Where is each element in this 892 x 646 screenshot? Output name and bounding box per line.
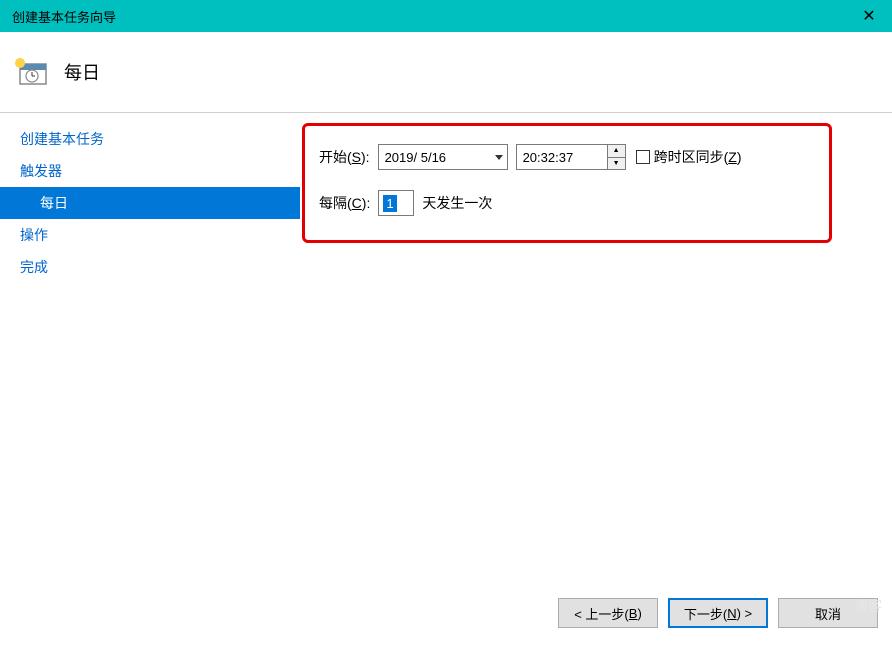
- date-value: 2019/ 5/16: [385, 150, 446, 165]
- spinner-up-icon[interactable]: ▲: [608, 145, 625, 158]
- footer-buttons: < 上一步(B) 下一步(N) > 取消: [558, 598, 878, 628]
- content-area: 开始(S): 2019/ 5/16 20:32:37 ▲ ▼ 跨时区同: [300, 113, 892, 573]
- close-button[interactable]: ✕: [846, 0, 892, 32]
- time-spinner: ▲ ▼: [607, 145, 625, 169]
- window-title: 创建基本任务向导: [12, 7, 116, 26]
- sync-label: 跨时区同步(Z): [654, 147, 742, 167]
- sync-checkbox[interactable]: [636, 150, 650, 164]
- time-value: 20:32:37: [523, 150, 574, 165]
- start-label: 开始(S):: [319, 147, 370, 167]
- next-button[interactable]: 下一步(N) >: [668, 598, 768, 628]
- interval-value: 1: [383, 195, 396, 212]
- main-area: 创建基本任务 触发器 每日 操作 完成 开始(S): 2019/ 5/16 20…: [0, 113, 892, 573]
- date-input[interactable]: 2019/ 5/16: [378, 144, 508, 170]
- titlebar: 创建基本任务向导 ✕: [0, 0, 892, 32]
- sidebar-item-create-task[interactable]: 创建基本任务: [0, 123, 300, 155]
- interval-unit: 天发生一次: [422, 193, 492, 213]
- wizard-icon: [14, 54, 50, 90]
- interval-label: 每隔(C):: [319, 193, 370, 213]
- sidebar-item-finish[interactable]: 完成: [0, 251, 300, 283]
- interval-row: 每隔(C): 1 天发生一次: [319, 190, 815, 216]
- interval-input[interactable]: 1: [378, 190, 414, 216]
- close-icon: ✕: [862, 6, 875, 26]
- page-title: 每日: [64, 59, 100, 85]
- highlight-box: 开始(S): 2019/ 5/16 20:32:37 ▲ ▼ 跨时区同: [302, 123, 832, 243]
- sync-checkbox-wrap[interactable]: 跨时区同步(Z): [636, 147, 742, 167]
- sidebar: 创建基本任务 触发器 每日 操作 完成: [0, 113, 300, 573]
- start-row: 开始(S): 2019/ 5/16 20:32:37 ▲ ▼ 跨时区同: [319, 144, 815, 170]
- sidebar-item-trigger[interactable]: 触发器: [0, 155, 300, 187]
- header: 每日: [0, 32, 892, 112]
- chevron-down-icon: [495, 155, 503, 160]
- back-button[interactable]: < 上一步(B): [558, 598, 658, 628]
- spinner-down-icon[interactable]: ▼: [608, 158, 625, 170]
- sidebar-item-action[interactable]: 操作: [0, 219, 300, 251]
- time-input[interactable]: 20:32:37 ▲ ▼: [516, 144, 626, 170]
- sidebar-item-daily[interactable]: 每日: [0, 187, 300, 219]
- cancel-button[interactable]: 取消: [778, 598, 878, 628]
